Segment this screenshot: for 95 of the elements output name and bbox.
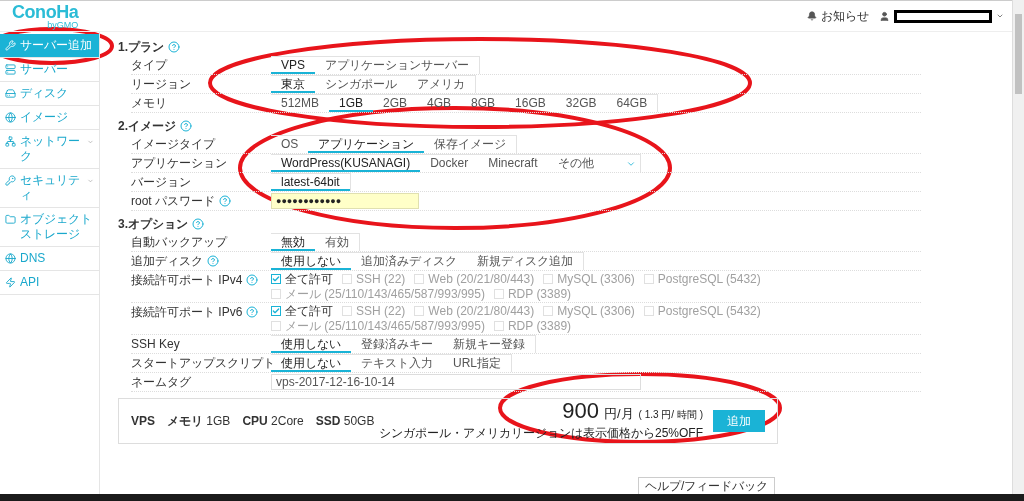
option-tab[interactable]: 4GB: [417, 95, 462, 112]
field-label: タイプ: [131, 58, 167, 72]
sidebar-icon: [5, 253, 16, 264]
option-tab[interactable]: Minecraft: [478, 155, 548, 172]
option-tab[interactable]: 使用しない: [271, 336, 351, 353]
sidebar-icon: [5, 112, 16, 123]
name-tag-field[interactable]: vps-2017-12-16-10-14: [271, 374, 641, 390]
option-tab[interactable]: 登録済みキー: [351, 336, 443, 353]
checkbox[interactable]: [271, 306, 281, 316]
option-tab[interactable]: 64GB: [606, 95, 658, 112]
checkbox-label: RDP (3389): [507, 319, 572, 333]
option-tab[interactable]: テキスト入力: [351, 355, 443, 372]
help-icon[interactable]: [246, 306, 259, 318]
option-tab[interactable]: URL指定: [443, 355, 511, 372]
checkbox[interactable]: [271, 274, 281, 284]
section-title: 2.イメージ: [118, 118, 176, 135]
field-label: SSH Key: [131, 337, 180, 351]
checkbox-label: MySQL (3306): [557, 272, 635, 286]
help-icon[interactable]: [180, 120, 192, 132]
option-tab[interactable]: OS: [271, 136, 309, 153]
logo-subtitle: byGMO: [47, 20, 79, 30]
password-field[interactable]: ●●●●●●●●●●●●: [271, 193, 419, 209]
option-tab[interactable]: 使用しない: [271, 253, 351, 270]
sidebar-icon: [5, 64, 16, 75]
sidebar-icon: [5, 88, 16, 99]
bell-icon[interactable]: [807, 11, 817, 21]
sidebar-icon: [5, 40, 16, 51]
option-tab[interactable]: 東京: [271, 76, 315, 93]
option-tab[interactable]: 追加済みディスク: [351, 253, 467, 270]
field-label: 自動バックアップ: [131, 235, 227, 249]
checkbox-label: メール (25/110/143/465/587/993/995): [285, 287, 485, 301]
checkbox-label: メール (25/110/143/465/587/993/995): [285, 319, 485, 333]
option-tab[interactable]: 新規ディスク追加: [467, 253, 583, 270]
option-tab[interactable]: 保存イメージ: [424, 136, 517, 153]
help-feedback-tab[interactable]: ヘルプ/フィードバック: [638, 477, 776, 494]
help-icon[interactable]: [207, 255, 219, 267]
checkbox-label: PostgreSQL (5432): [657, 272, 761, 286]
option-tab[interactable]: 512MB: [271, 95, 330, 112]
sidebar-icon: [5, 277, 16, 288]
checkbox-label: SSH (22): [356, 272, 406, 286]
field-label: アプリケーション: [131, 156, 227, 170]
field-label: メモリ: [131, 96, 167, 110]
option-tab[interactable]: 有効: [315, 234, 359, 251]
option-tab[interactable]: アメリカ: [407, 76, 475, 93]
option-tab[interactable]: 32GB: [555, 95, 607, 112]
field-label: 追加ディスク: [131, 254, 203, 268]
help-icon[interactable]: [192, 218, 204, 230]
field-label: root パスワード: [131, 194, 215, 208]
option-tab[interactable]: アプリケーション: [308, 136, 425, 153]
help-icon[interactable]: [246, 274, 259, 286]
caret-icon[interactable]: [996, 12, 1004, 20]
option-tab[interactable]: 使用しない: [271, 355, 351, 372]
section-title: 3.オプション: [118, 216, 188, 233]
option-tab[interactable]: 8GB: [461, 95, 506, 112]
sidebar-icon: [5, 175, 16, 186]
chevron-icon: [87, 177, 94, 185]
option-tab[interactable]: その他: [547, 155, 604, 172]
chevron-icon: [87, 138, 94, 146]
checkbox-label: MySQL (3306): [557, 304, 635, 318]
price: 900: [562, 400, 599, 423]
field-label: 接続許可ポート IPv6: [131, 305, 243, 319]
checkbox-label: PostgreSQL (5432): [657, 304, 761, 318]
notice-link[interactable]: お知らせ: [821, 7, 869, 25]
spec-summary: VPS メモリ 1GB CPU 2Core SSD 50GB: [131, 413, 375, 430]
option-tab[interactable]: latest-64bit: [271, 174, 350, 191]
option-tab[interactable]: シンガポール: [315, 76, 407, 93]
hourly-price: ( 1.3 円/ 時間 ): [638, 408, 703, 423]
price-unit: 円/月: [603, 405, 634, 424]
option-tab[interactable]: Docker: [420, 155, 479, 172]
checkbox-label: Web (20/21/80/443): [428, 304, 535, 318]
help-icon[interactable]: [219, 195, 231, 207]
field-label: バージョン: [131, 175, 191, 189]
option-tab[interactable]: WordPress(KUSANAGI): [271, 155, 421, 172]
option-tab[interactable]: 1GB: [329, 95, 374, 112]
checkbox-label: Web (20/21/80/443): [428, 272, 535, 286]
option-tab[interactable]: アプリケーションサーバー: [315, 57, 479, 74]
checkbox-label: 全て許可: [285, 272, 333, 286]
checkbox-label: RDP (3389): [507, 287, 572, 301]
field-label: リージョン: [131, 77, 191, 91]
sidebar-icon: [5, 136, 16, 147]
help-icon[interactable]: [168, 41, 180, 53]
user-icon[interactable]: [879, 10, 890, 22]
option-tab[interactable]: 新規キー登録: [443, 336, 535, 353]
checkbox-label: SSH (22): [356, 304, 406, 318]
option-tab[interactable]: VPS: [271, 57, 315, 74]
section-title: 1.プラン: [118, 39, 164, 56]
option-tab[interactable]: 無効: [271, 234, 315, 251]
option-tab[interactable]: 2GB: [373, 95, 418, 112]
option-tab[interactable]: 16GB: [505, 95, 556, 112]
checkbox-label: 全て許可: [285, 304, 333, 318]
scrollbar[interactable]: [1012, 0, 1024, 494]
sidebar-icon: [5, 214, 16, 225]
field-label: ネームタグ: [131, 375, 191, 389]
field-label: イメージタイプ: [131, 137, 215, 151]
field-label: 接続許可ポート IPv4: [131, 273, 243, 287]
